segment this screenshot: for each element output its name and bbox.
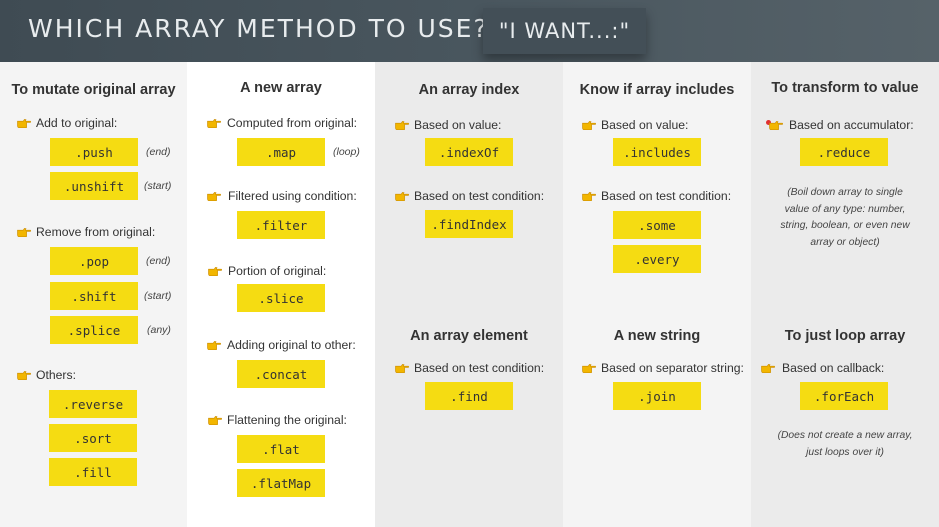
method-pop[interactable]: .pop	[50, 247, 138, 275]
pointing-hand-icon	[208, 416, 222, 425]
column-heading-2: To just loop array	[784, 328, 906, 344]
column-index-element: An array index Based on value: .indexOf …	[375, 62, 563, 527]
method-findindex[interactable]: .findIndex	[425, 210, 513, 238]
pointing-hand-icon	[17, 119, 31, 128]
group-label: Remove from original:	[36, 225, 156, 239]
group-label: Flattening the original:	[227, 413, 347, 427]
method-concat[interactable]: .concat	[237, 360, 325, 388]
method-note: (loop)	[333, 146, 360, 158]
method-join[interactable]: .join	[613, 382, 701, 410]
pointing-hand-icon	[207, 192, 221, 201]
column-heading-2: A new string	[613, 328, 701, 344]
column-heading: To mutate original array	[11, 82, 176, 98]
page-title: WHICH ARRAY METHOD TO USE?	[28, 14, 531, 43]
method-reduce[interactable]: .reduce	[800, 138, 888, 166]
group-label: Based on test condition:	[601, 189, 732, 203]
column-heading-2: An array element	[410, 328, 528, 344]
group-label: Computed from original:	[227, 116, 358, 130]
pointing-hand-icon	[17, 371, 31, 380]
pointing-hand-icon	[582, 192, 596, 201]
foreach-description: (Does not create a new array, just loops…	[777, 430, 913, 458]
page-title-text: WHICH ARRAY METHOD TO USE?	[28, 14, 489, 43]
method-unshift[interactable]: .unshift	[50, 172, 138, 200]
method-note: (end)	[146, 255, 171, 267]
method-note: (start)	[144, 180, 172, 192]
i-want-banner: "I WANT...:"	[483, 8, 646, 54]
column-heading: A new array	[240, 80, 322, 96]
header-bar: WHICH ARRAY METHOD TO USE? "I WANT...:"	[0, 0, 939, 62]
method-flatmap[interactable]: .flatMap	[237, 469, 325, 497]
method-note: (start)	[144, 290, 172, 302]
group-label: Based on value:	[601, 118, 689, 132]
group-label: Based on value:	[414, 118, 502, 132]
column-mutate: To mutate original array Add to original…	[0, 62, 187, 527]
group-label: Based on test condition:	[414, 189, 545, 203]
method-sort[interactable]: .sort	[49, 424, 137, 452]
method-reverse[interactable]: .reverse	[49, 390, 137, 418]
group-label: Based on callback:	[782, 361, 885, 375]
method-note: (end)	[146, 146, 171, 158]
group-label: Portion of original:	[228, 264, 327, 278]
pointing-hand-icon	[17, 228, 31, 237]
column-heading: An array index	[418, 82, 520, 98]
method-foreach[interactable]: .forEach	[800, 382, 888, 410]
method-some[interactable]: .some	[613, 211, 701, 239]
pointing-hand-icon	[582, 364, 596, 373]
method-indexof[interactable]: .indexOf	[425, 138, 513, 166]
pointing-hand-icon	[582, 121, 596, 130]
pointing-hand-icon	[761, 364, 775, 373]
column-includes-string: Know if array includes Based on value: .…	[563, 62, 751, 527]
method-filter[interactable]: .filter	[237, 211, 325, 239]
method-includes[interactable]: .includes	[613, 138, 701, 166]
i-want-text: "I WANT...:"	[498, 19, 631, 43]
method-note: (any)	[147, 324, 171, 336]
pointing-hand-icon	[395, 121, 409, 130]
method-map[interactable]: .map	[237, 138, 325, 166]
method-fill[interactable]: .fill	[49, 458, 137, 486]
column-heading: To transform to value	[771, 80, 919, 96]
group-label: Based on separator string:	[601, 361, 744, 375]
pointing-hand-icon	[207, 119, 221, 128]
pointing-hand-icon	[769, 121, 783, 130]
pointing-hand-icon	[207, 341, 221, 350]
method-find[interactable]: .find	[425, 382, 513, 410]
column-value-loop: To transform to value Based on accumulat…	[751, 62, 939, 527]
method-splice[interactable]: .splice	[50, 316, 138, 344]
method-shift[interactable]: .shift	[50, 282, 138, 310]
pointing-hand-icon	[208, 267, 222, 276]
column-heading: Know if array includes	[579, 82, 735, 98]
group-label: Based on accumulator:	[789, 118, 914, 132]
method-push[interactable]: .push	[50, 138, 138, 166]
method-every[interactable]: .every	[613, 245, 701, 273]
method-slice[interactable]: .slice	[237, 284, 325, 312]
column-new-array: A new array Computed from original: .map…	[187, 62, 375, 527]
group-label: Filtered using condition:	[228, 189, 357, 203]
reduce-description: (Boil down array to single value of any …	[780, 187, 910, 248]
group-label: Adding original to other:	[227, 338, 356, 352]
pointing-hand-icon	[395, 364, 409, 373]
group-label: Add to original:	[36, 116, 118, 130]
group-label: Others:	[36, 368, 76, 382]
method-flat[interactable]: .flat	[237, 435, 325, 463]
pointing-hand-icon	[395, 192, 409, 201]
group-label: Based on test condition:	[414, 361, 545, 375]
